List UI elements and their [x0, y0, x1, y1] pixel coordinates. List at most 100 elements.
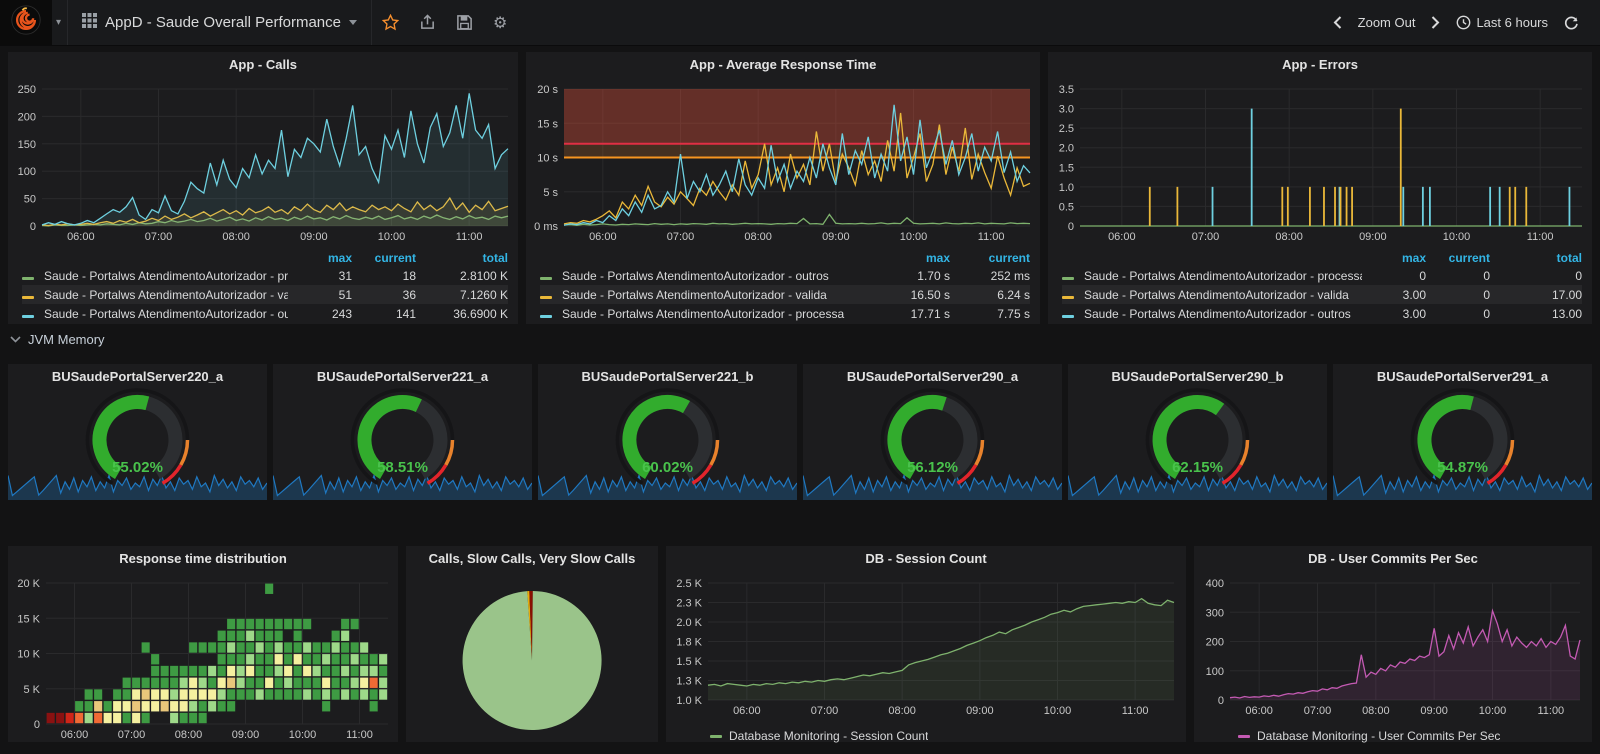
- heatmap-cell: [56, 712, 65, 724]
- legend-header-current[interactable]: current: [352, 251, 416, 265]
- panel-title-db-sessions[interactable]: DB - Session Count: [666, 546, 1186, 575]
- legend-total-value: 0: [1575, 268, 1582, 283]
- legend-header-current[interactable]: current: [1426, 251, 1490, 265]
- heatmap-cell: [341, 677, 350, 688]
- panel-title-heatmap[interactable]: Response time distribution: [8, 546, 398, 575]
- tick-label: 07:00: [1304, 705, 1332, 717]
- heatmap-cell: [122, 701, 131, 712]
- tick-label: 0: [1218, 695, 1224, 707]
- refresh-button[interactable]: [1557, 0, 1586, 45]
- legend-header-max[interactable]: max: [1362, 251, 1426, 265]
- panel-db-session-count: DB - Session Count 1.0 K 1.3 K 1.5 K 1.8 K 2…: [666, 546, 1186, 743]
- heatmap-cell: [360, 642, 369, 653]
- heatmap-cell: [341, 665, 350, 677]
- chart-pie-svg: [462, 590, 602, 730]
- heatmap-cell: [350, 665, 359, 677]
- heatmap-cell: [322, 654, 331, 665]
- heatmap-cell: [198, 689, 207, 700]
- panel-title-app-calls[interactable]: App - Calls: [8, 52, 518, 81]
- logo-chevron-down-icon[interactable]: ▾: [56, 17, 61, 28]
- legend-series-name[interactable]: Saude - Portalws AtendimentoAutorizador …: [1084, 307, 1362, 321]
- grafana-logo[interactable]: [0, 0, 52, 45]
- legend-series-name[interactable]: Saude - Portalws AtendimentoAutorizador …: [44, 269, 288, 283]
- heatmap-cell: [350, 677, 359, 688]
- heatmap-cell: [170, 701, 179, 712]
- heatmap-cell: [265, 642, 274, 653]
- legend-row: Saude - Portalws AtendimentoAutorizador …: [22, 266, 508, 285]
- settings-button[interactable]: ⚙: [483, 0, 517, 45]
- legend-header-current[interactable]: current: [950, 251, 1030, 265]
- legend-max-value: 31: [338, 268, 352, 283]
- legend-series-name[interactable]: Saude - Portalws AtendimentoAutorizador …: [1084, 269, 1362, 283]
- time-range-picker[interactable]: Last 6 hours: [1449, 0, 1555, 45]
- series-swatch: [1238, 734, 1250, 738]
- heatmap-cell: [379, 689, 388, 700]
- legend-header-total[interactable]: total: [1490, 251, 1582, 265]
- legend-row: Saude - Portalws AtendimentoAutorizador …: [1062, 266, 1582, 285]
- heatmap-cell: [265, 583, 274, 594]
- panel-title-db-commits[interactable]: DB - User Commits Per Sec: [1194, 546, 1592, 575]
- gauge-value: 62.15%: [1172, 459, 1223, 476]
- chevron-down-icon: [348, 20, 357, 25]
- legend-series-name[interactable]: Saude - Portalws AtendimentoAutorizador …: [562, 307, 870, 321]
- legend-series-name[interactable]: Saude - Portalws AtendimentoAutorizador …: [562, 288, 870, 302]
- legend-header-max[interactable]: max: [288, 251, 352, 265]
- chart-heatmap-svg: 0 5 K 10 K 15 K 20 K 06:00 07:00 08:00 09:00 10:0…: [17, 578, 388, 741]
- zoom-out-button[interactable]: Zoom Out: [1351, 0, 1423, 45]
- tick-label: 3.0: [1059, 104, 1074, 116]
- heatmap-cell: [255, 665, 264, 677]
- legend-series-name[interactable]: Saude - Portalws AtendimentoAutorizador …: [1084, 288, 1362, 302]
- tick-label: 06:00: [1245, 705, 1273, 717]
- heatmap-cell: [284, 642, 293, 653]
- panel-app-errors: App - Errors 0 0.5 1.0 1.5 2.0 2.5 3.0 3.5 06:00…: [1048, 52, 1592, 324]
- legend-header-max[interactable]: max: [870, 251, 950, 265]
- legend-current-value: 252 ms: [990, 268, 1030, 283]
- heatmap-cell: [246, 654, 255, 665]
- heatmap-cell: [293, 665, 302, 677]
- heatmap-cell: [113, 701, 122, 712]
- zoom-out-right-button[interactable]: [1424, 0, 1447, 45]
- heatmap-cell: [369, 654, 378, 665]
- row-header-jvm-memory[interactable]: JVM Memory: [10, 332, 105, 347]
- legend-current-value: 0: [1483, 306, 1490, 321]
- heatmap-cell: [331, 665, 340, 677]
- heatmap-cell: [208, 677, 217, 688]
- star-button[interactable]: [372, 0, 409, 45]
- legend-series-name[interactable]: Saude - Portalws AtendimentoAutorizador …: [44, 307, 288, 321]
- legend-series-name[interactable]: Database Monitoring - User Commits Per S…: [1257, 729, 1500, 743]
- legend-total-value: 2.8100 K: [459, 268, 508, 283]
- heatmap-cell: [236, 654, 245, 665]
- panel-title-app-errors[interactable]: App - Errors: [1048, 52, 1592, 81]
- zoom-out-left-button[interactable]: [1326, 0, 1349, 45]
- db-session-count-chart: 1.0 K 1.3 K 1.5 K 1.8 K 2.0 K 2.3 K 2.5 K 06:00…: [666, 575, 1186, 725]
- tick-label: 200: [1206, 637, 1224, 649]
- share-button[interactable]: [409, 0, 446, 45]
- heatmap-cell: [94, 712, 103, 724]
- chevron-left-icon: [1333, 16, 1341, 29]
- legend-header-total[interactable]: total: [416, 251, 508, 265]
- dashboard-selector[interactable]: AppD - Saude Overall Performance: [67, 0, 372, 45]
- heatmap-cell: [284, 654, 293, 665]
- heatmap-cell: [132, 701, 141, 712]
- heatmap-cell: [189, 701, 198, 712]
- panel-title-response-time[interactable]: App - Average Response Time: [526, 52, 1040, 81]
- heatmap-cell: [255, 677, 264, 688]
- dashboard-title: AppD - Saude Overall Performance: [105, 14, 341, 31]
- chevron-down-icon: [10, 336, 21, 343]
- legend-row: Saude - Portalws AtendimentoAutorizador …: [540, 285, 1030, 304]
- legend-current-value: 18: [402, 268, 416, 283]
- heatmap-cell: [189, 712, 198, 724]
- save-button[interactable]: [446, 0, 483, 45]
- app-calls-chart: 0 50 100 150 200 250 06:00 07:00 08:00 09:00 10:00…: [8, 81, 518, 249]
- tick-label: 1.5: [1059, 162, 1074, 174]
- heatmap-cell: [170, 677, 179, 688]
- legend-series-name[interactable]: Saude - Portalws AtendimentoAutorizador …: [562, 269, 870, 283]
- panel-calls-pie: Calls, Slow Calls, Very Slow Calls: [406, 546, 658, 742]
- panel-title-pie[interactable]: Calls, Slow Calls, Very Slow Calls: [406, 546, 658, 575]
- legend-series-name[interactable]: Saude - Portalws AtendimentoAutorizador …: [44, 288, 288, 302]
- heatmap-cell: [141, 701, 150, 712]
- legend-total-value: 36.6900 K: [453, 306, 508, 321]
- legend-series-name[interactable]: Database Monitoring - Session Count: [729, 729, 928, 743]
- gauge-arc: [538, 384, 797, 500]
- heatmap-cell: [189, 665, 198, 677]
